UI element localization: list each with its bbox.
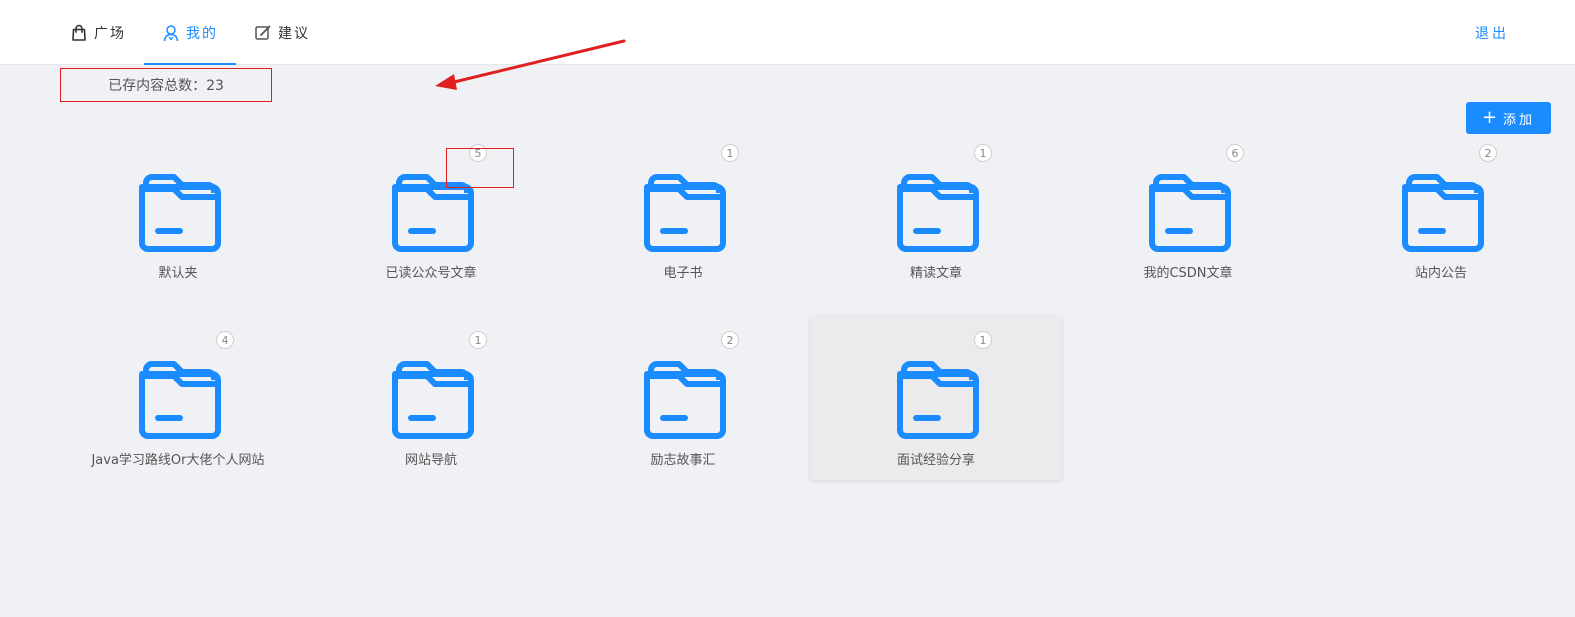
user-icon bbox=[162, 24, 180, 42]
folder-icon bbox=[391, 360, 475, 440]
folder-icon bbox=[138, 360, 222, 440]
logout-link[interactable]: 退出 bbox=[1475, 0, 1509, 65]
total-count-annotation: 已存内容总数：23 bbox=[60, 68, 272, 102]
tab-suggest-label: 建议 bbox=[278, 25, 310, 42]
tab-mine[interactable]: 我的 bbox=[144, 0, 236, 65]
folder-item[interactable]: 6 我的CSDN文章 bbox=[1062, 129, 1314, 293]
folder-count-badge: 2 bbox=[1479, 144, 1497, 162]
shopping-bag-icon bbox=[70, 24, 88, 42]
folder-count-badge: 1 bbox=[974, 144, 992, 162]
folder-name: 精读文章 bbox=[909, 266, 962, 281]
folder-count-badge: 6 bbox=[1226, 144, 1244, 162]
folder-icon bbox=[1148, 173, 1232, 253]
folder-item[interactable]: 4 Java学习路线Or大佬个人网站 bbox=[52, 316, 304, 480]
folder-count-badge: 4 bbox=[216, 331, 234, 349]
folder-item[interactable]: 1 面试经验分享 bbox=[810, 316, 1062, 480]
tab-suggest[interactable]: 建议 bbox=[236, 0, 328, 65]
folder-name: 站内公告 bbox=[1414, 266, 1467, 281]
folder-icon bbox=[1401, 173, 1485, 253]
folder-name: 面试经验分享 bbox=[896, 453, 975, 468]
tab-square[interactable]: 广场 bbox=[52, 0, 144, 65]
folder-item[interactable]: 2 站内公告 bbox=[1315, 129, 1567, 293]
tab-square-label: 广场 bbox=[94, 25, 126, 42]
badge-annotation-box bbox=[446, 148, 514, 188]
add-button-label: 添加 bbox=[1503, 112, 1536, 128]
total-count-text: 已存内容总数：23 bbox=[108, 78, 224, 94]
folder-name: 默认夹 bbox=[158, 266, 198, 281]
folder-item[interactable]: 1 网站导航 bbox=[305, 316, 557, 480]
folder-name: 我的CSDN文章 bbox=[1143, 266, 1233, 281]
folder-item[interactable]: 5 已读公众号文章 bbox=[305, 129, 557, 293]
folder-name: Java学习路线Or大佬个人网站 bbox=[91, 453, 265, 468]
folder-icon bbox=[643, 173, 727, 253]
folder-count-badge: 1 bbox=[721, 144, 739, 162]
main-nav: 广场 我的 建议 bbox=[52, 0, 328, 65]
folder-name: 网站导航 bbox=[404, 453, 457, 468]
folder-count-badge: 1 bbox=[974, 331, 992, 349]
folder-count-badge: 2 bbox=[721, 331, 739, 349]
folder-icon bbox=[896, 360, 980, 440]
folder-item[interactable]: 2 励志故事汇 bbox=[557, 316, 809, 480]
folder-name: 电子书 bbox=[663, 266, 703, 281]
folder-icon bbox=[896, 173, 980, 253]
edit-icon bbox=[254, 24, 272, 42]
folder-name: 励志故事汇 bbox=[650, 453, 716, 468]
folder-count-badge: 1 bbox=[469, 331, 487, 349]
folder-name: 已读公众号文章 bbox=[385, 266, 477, 281]
top-navbar: 广场 我的 建议 退出 bbox=[0, 0, 1575, 65]
folder-item[interactable]: 默认夹 bbox=[52, 129, 304, 293]
folder-item[interactable]: 1 精读文章 bbox=[810, 129, 1062, 293]
folder-icon bbox=[138, 173, 222, 253]
tab-mine-label: 我的 bbox=[186, 25, 218, 42]
folder-item[interactable]: 1 电子书 bbox=[557, 129, 809, 293]
folder-icon bbox=[643, 360, 727, 440]
plus-icon: + bbox=[1481, 107, 1498, 128]
